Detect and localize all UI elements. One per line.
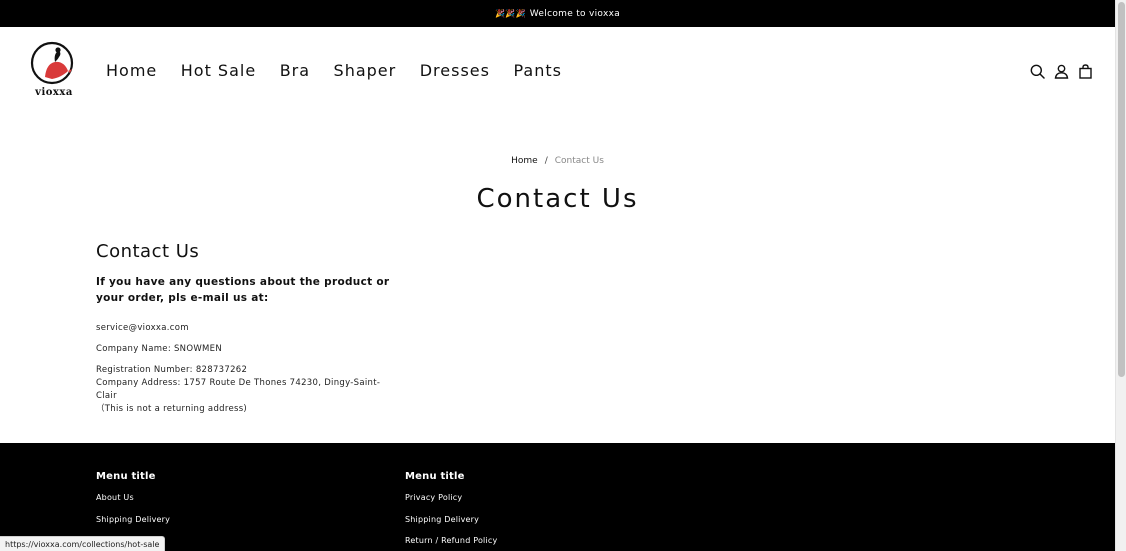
logo-text: vioxxa [35, 87, 73, 98]
contact-email[interactable]: service@vioxxa.com [96, 322, 396, 335]
company-address: Company Address: 1757 Route De Thones 74… [96, 378, 381, 401]
footer-link-refund-policy[interactable]: Return / Refund Policy [405, 536, 497, 545]
nav-bra[interactable]: Bra [280, 61, 310, 80]
announcement-text: Welcome to vioxxa [529, 8, 621, 19]
nav-home[interactable]: Home [106, 61, 157, 80]
nav-hot-sale[interactable]: Hot Sale [181, 61, 256, 80]
breadcrumb-separator: / [544, 156, 548, 166]
contact-lead: If you have any questions about the prod… [96, 276, 390, 304]
main-nav: Home Hot Sale Bra Shaper Dresses Pants [106, 61, 585, 80]
header-icons [1030, 64, 1093, 79]
party-icon: 🎉🎉🎉 [494, 9, 526, 18]
announcement-bar: 🎉🎉🎉 Welcome to vioxxa [0, 0, 1115, 27]
page-title: Contact Us [476, 184, 639, 214]
footer-link-shipping-delivery[interactable]: Shipping Delivery [405, 515, 497, 524]
nav-dresses[interactable]: Dresses [420, 61, 490, 80]
search-icon[interactable] [1030, 64, 1045, 79]
nav-pants[interactable]: Pants [513, 61, 561, 80]
footer-column-2: Menu title Privacy Policy Shipping Deliv… [405, 471, 497, 551]
breadcrumb-home[interactable]: Home [511, 156, 538, 166]
site-header: vioxxa Home Hot Sale Bra Shaper Dresses … [0, 27, 1115, 115]
cart-bag-icon[interactable] [1078, 64, 1093, 79]
site-footer: Menu title About Us Shipping Delivery Me… [0, 443, 1115, 551]
nav-shaper[interactable]: Shaper [334, 61, 397, 80]
account-icon[interactable] [1054, 64, 1069, 79]
registration-number: Registration Number: 828737262 [96, 365, 248, 375]
footer-link-shipping-delivery[interactable]: Shipping Delivery [96, 515, 170, 524]
footer-link-privacy-policy[interactable]: Privacy Policy [405, 493, 497, 502]
address-note: （This is not a returning address) [96, 404, 248, 414]
page-scrollbar[interactable] [1115, 0, 1126, 551]
footer-column-title: Menu title [405, 471, 465, 482]
footer-column-title: Menu title [96, 471, 156, 482]
contact-heading: Contact Us [96, 241, 200, 262]
logo-mark-icon [30, 41, 74, 85]
footer-link-about-us[interactable]: About Us [96, 493, 170, 502]
breadcrumb: Home / Contact Us [0, 156, 1115, 166]
company-name: Company Name: SNOWMEN [96, 344, 222, 354]
footer-column-1: Menu title About Us Shipping Delivery [96, 471, 170, 536]
scrollbar-thumb[interactable] [1118, 2, 1125, 377]
link-status-bar: https://vioxxa.com/collections/hot-sale [0, 536, 166, 551]
logo[interactable]: vioxxa [28, 41, 80, 99]
breadcrumb-current: Contact Us [554, 156, 604, 166]
contact-content: Contact Us If you have any questions abo… [96, 241, 396, 416]
